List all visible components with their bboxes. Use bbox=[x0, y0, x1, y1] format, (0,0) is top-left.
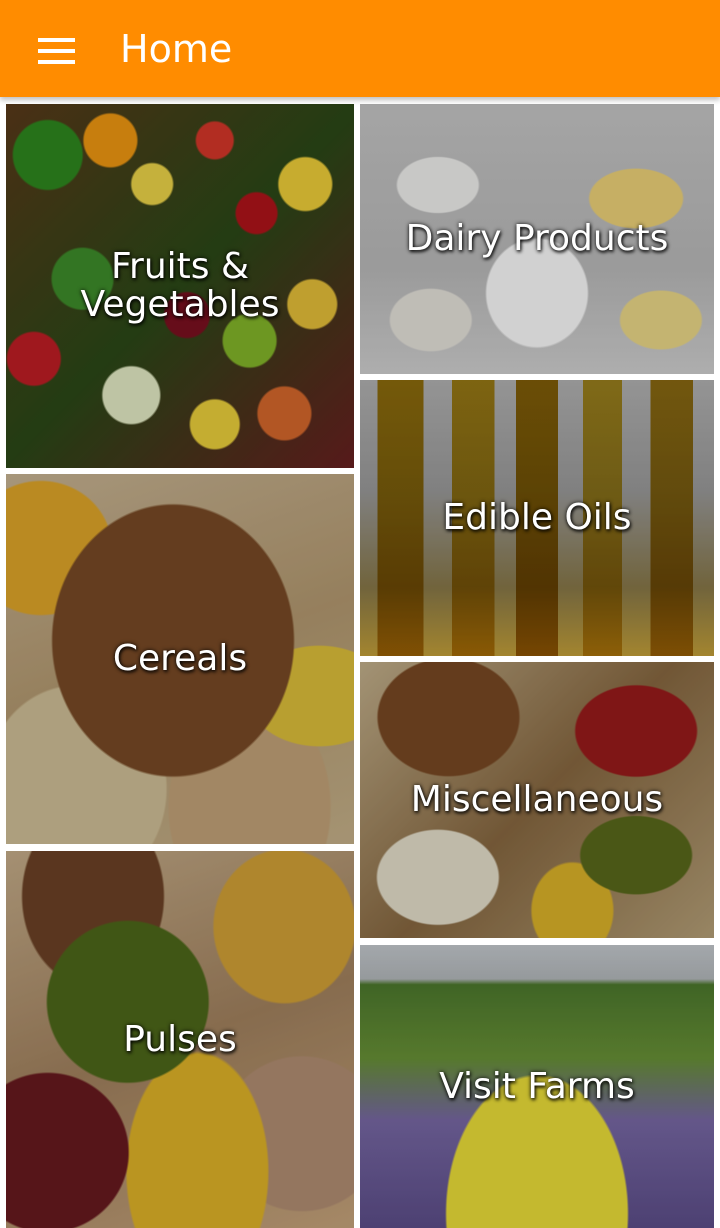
category-label: Miscellaneous bbox=[410, 779, 664, 820]
category-tile-cereals[interactable]: Cereals bbox=[6, 474, 354, 844]
category-tile-edible-oils[interactable]: Edible Oils bbox=[360, 380, 714, 656]
app-bar: Home bbox=[0, 0, 720, 97]
category-label: Dairy Products bbox=[405, 218, 669, 259]
category-tile-pulses[interactable]: Pulses bbox=[6, 851, 354, 1228]
category-label: Edible Oils bbox=[442, 497, 632, 538]
category-tile-fruits-vegetables[interactable]: Fruits & Vegetables bbox=[6, 104, 354, 468]
category-tile-dairy-products[interactable]: Dairy Products bbox=[360, 104, 714, 374]
hamburger-menu-icon[interactable] bbox=[20, 23, 92, 79]
category-grid: Fruits & Vegetables Cereals Pulses Dairy… bbox=[0, 97, 720, 1228]
category-label: Fruits & Vegetables bbox=[80, 246, 280, 325]
category-label: Visit Farms bbox=[439, 1065, 635, 1107]
category-tile-miscellaneous[interactable]: Miscellaneous bbox=[360, 662, 714, 938]
category-label: Cereals bbox=[112, 638, 248, 679]
category-tile-visit-farms[interactable]: Visit Farms bbox=[360, 945, 714, 1228]
page-title: Home bbox=[120, 27, 233, 71]
category-label: Pulses bbox=[123, 1018, 237, 1060]
